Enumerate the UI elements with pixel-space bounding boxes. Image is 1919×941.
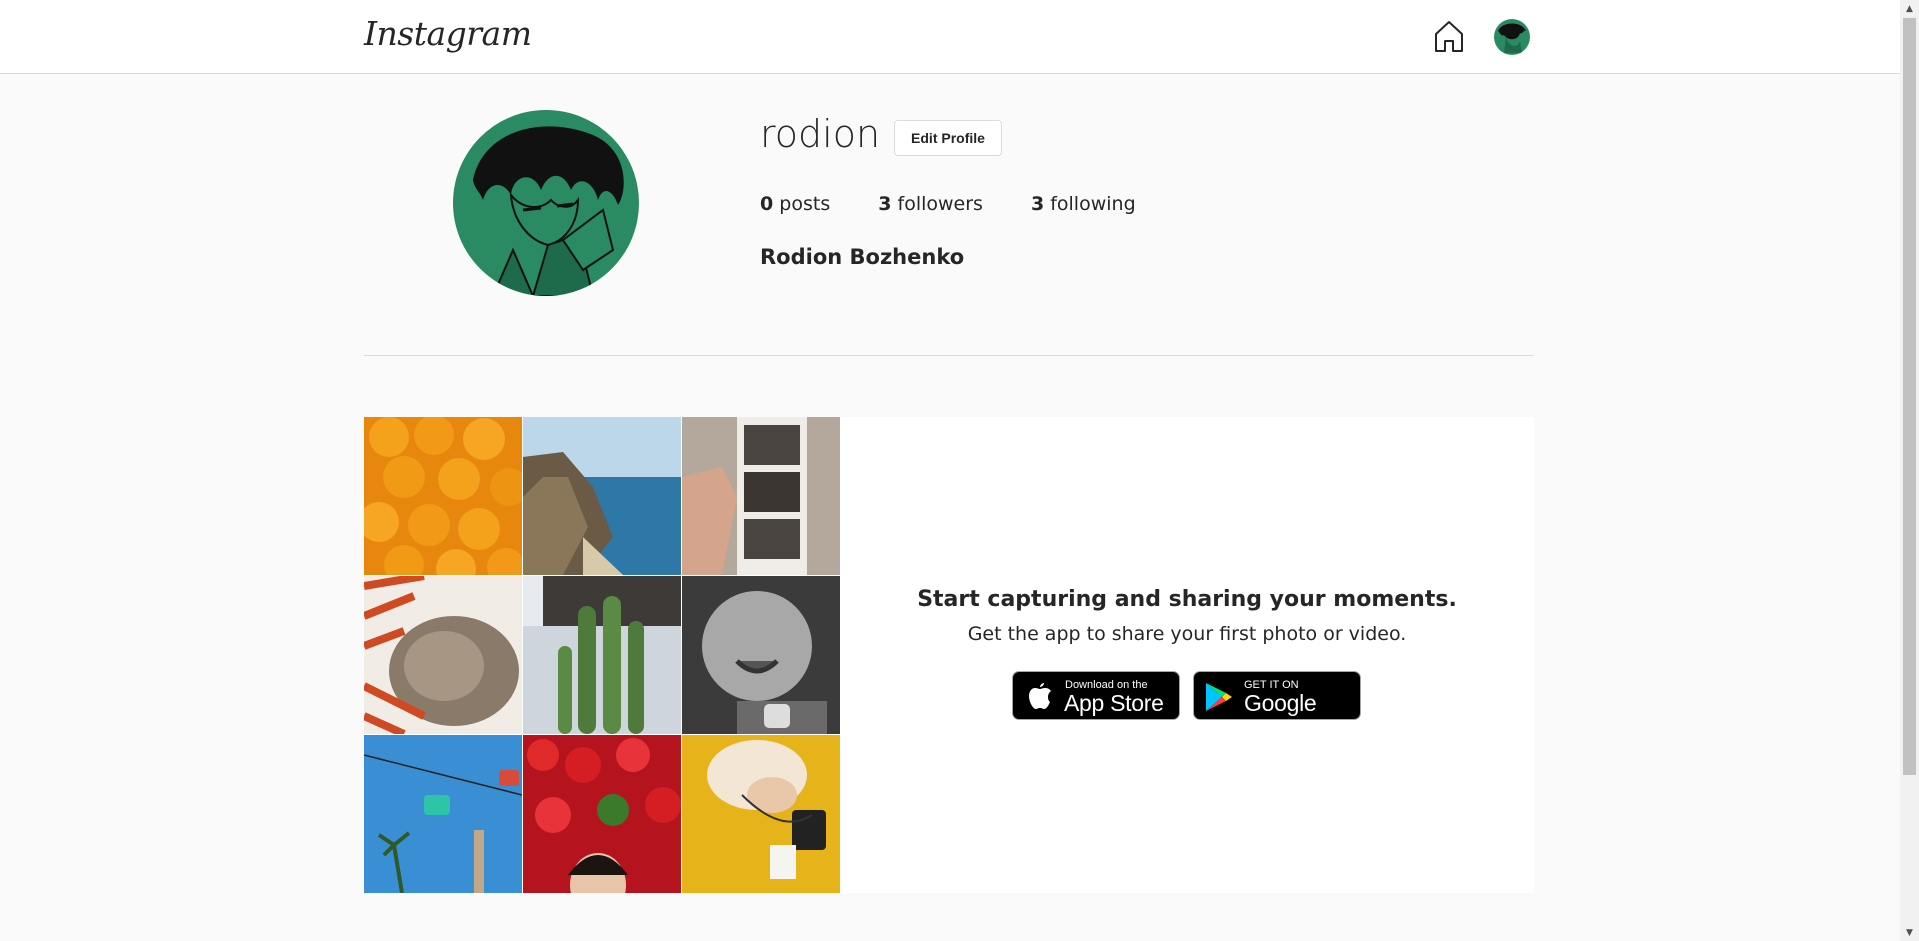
scroll-up-arrow-icon[interactable]: ▲ [1900,0,1919,17]
profile-stats: 0 posts 3 followers 3 following [760,193,1184,215]
home-icon[interactable] [1431,18,1467,54]
posts-label: posts [779,193,831,215]
instagram-logo[interactable]: Instagram [364,14,532,53]
section-divider [364,355,1534,356]
sample-photo-photobooth [682,417,840,575]
top-navigation-bar: Instagram [0,0,1900,74]
sample-photo-dog [364,576,522,734]
sample-photo-grid [364,417,840,893]
app-store-big-text: App Store [1064,690,1164,716]
edit-profile-button[interactable]: Edit Profile [894,120,1002,156]
get-app-promo: Start capturing and sharing your moments… [840,417,1534,893]
google-play-big-text: Google Play [1244,690,1317,743]
sample-photo-cat [682,735,840,893]
avatar-icon[interactable] [1494,19,1530,55]
stat-following[interactable]: 3 following [1031,193,1136,215]
following-count: 3 [1030,193,1045,215]
sample-photo-cactus [523,576,681,734]
following-label: following [1050,193,1136,215]
google-play-badge[interactable]: GET IT ON Google Play [1193,671,1361,743]
apple-icon [1027,681,1053,715]
sample-photo-flowers [523,735,681,893]
profile-username: rodion [760,112,881,156]
sample-photo-gondolas [364,735,522,893]
page-scrollbar[interactable]: ▲ ▼ [1900,0,1919,941]
followers-count: 3 [878,193,892,215]
posts-count: 0 [760,193,774,215]
promo-title: Start capturing and sharing your moments… [917,587,1457,612]
google-play-icon [1204,681,1234,717]
sample-photo-oranges [364,417,522,575]
stat-posts: 0 posts [760,193,830,215]
promo-subtitle: Get the app to share your first photo or… [967,623,1407,645]
followers-label: followers [897,193,983,215]
app-store-badge[interactable]: Download on the App Store [1012,671,1180,720]
sample-photo-baby [682,576,840,734]
scroll-down-arrow-icon[interactable]: ▼ [1900,924,1919,941]
profile-full-name: Rodion Bozhenko [760,245,965,269]
profile-avatar[interactable] [453,110,639,296]
sample-photo-coast [523,417,681,575]
scrollbar-thumb[interactable] [1903,18,1916,775]
stat-followers[interactable]: 3 followers [878,193,983,215]
